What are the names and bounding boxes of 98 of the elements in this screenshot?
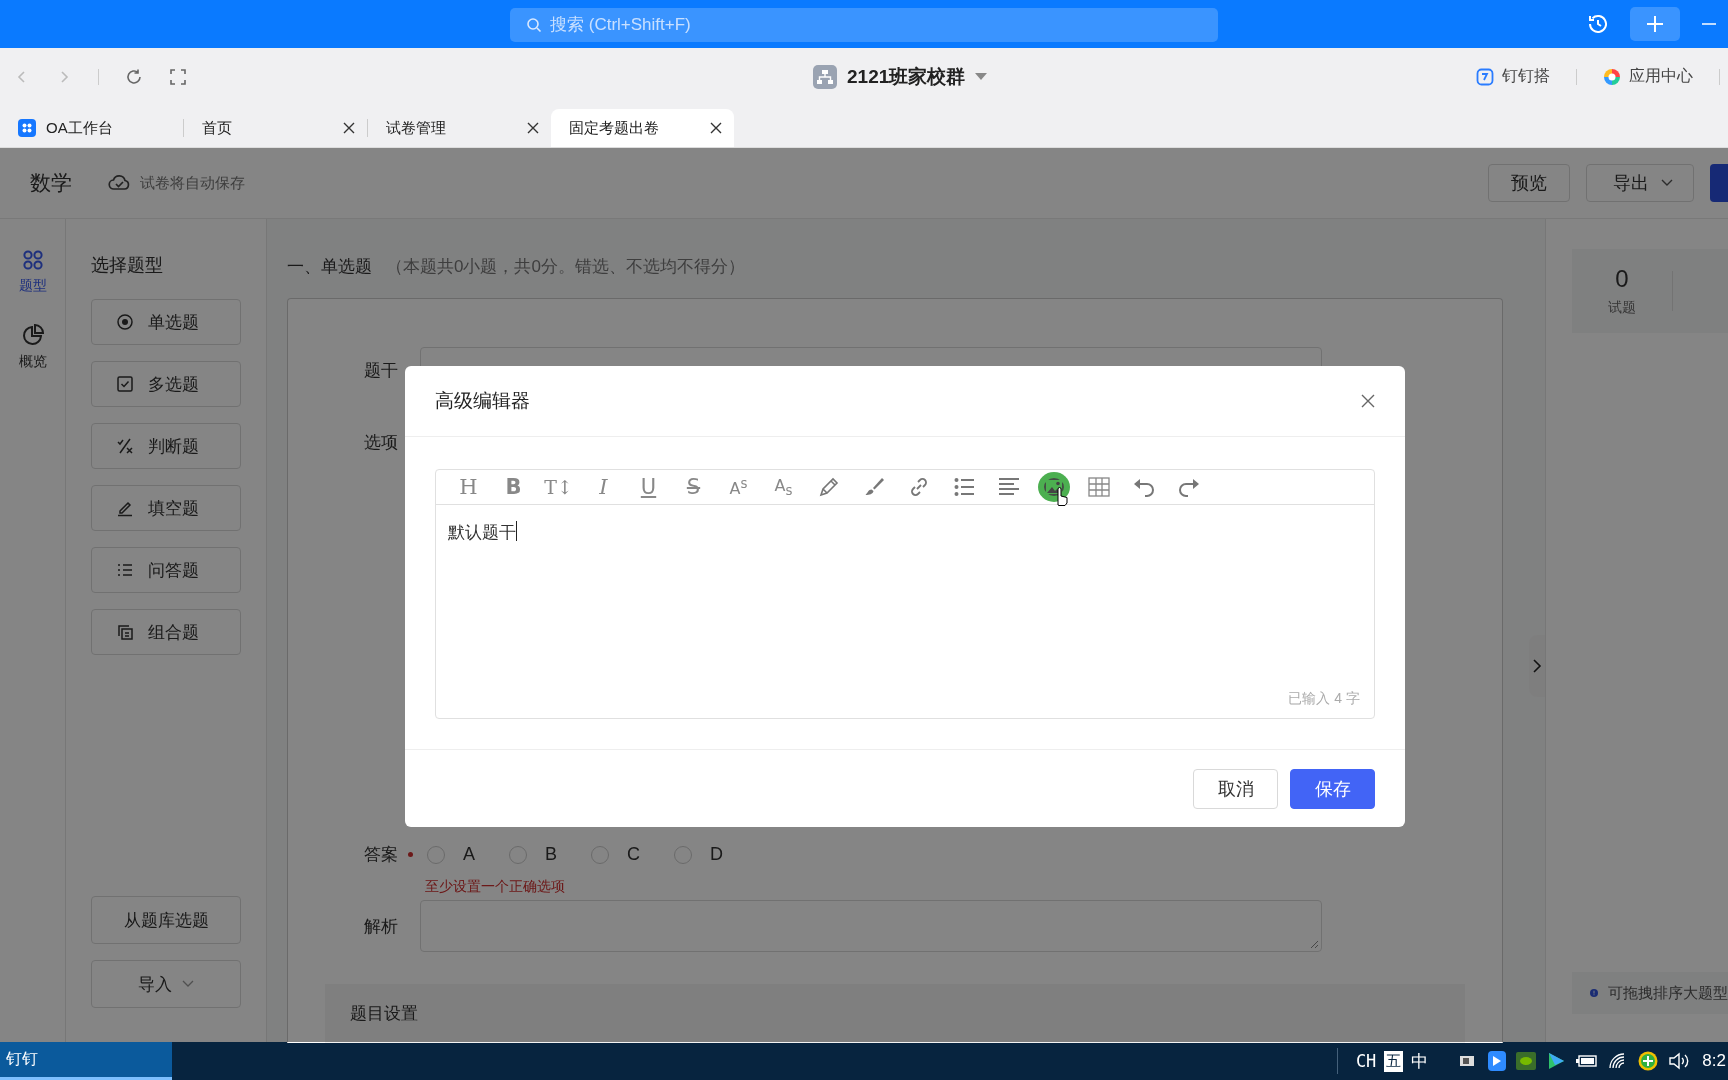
tray-app-icon[interactable] xyxy=(1488,1051,1507,1071)
nav-link[interactable]: 钉钉搭 xyxy=(1502,66,1550,87)
table-icon xyxy=(1087,477,1110,497)
refresh-icon[interactable] xyxy=(125,67,143,86)
autosave-note: 试卷将自动保存 xyxy=(140,173,245,193)
battery-icon[interactable] xyxy=(1576,1054,1599,1068)
plus-circle-icon[interactable] xyxy=(1638,1051,1659,1071)
close-icon[interactable] xyxy=(1361,394,1375,408)
tab[interactable]: 试卷管理 xyxy=(368,109,551,147)
preview-button[interactable]: 预览 xyxy=(1488,164,1570,202)
pen-icon xyxy=(817,476,840,498)
align-left-icon xyxy=(997,476,1020,498)
import-button[interactable]: 导入 xyxy=(91,960,241,1008)
cloud-icon xyxy=(108,173,130,193)
plus-icon xyxy=(1645,14,1665,34)
option-label: A xyxy=(463,844,475,865)
editor-text: 默认题干 xyxy=(448,522,516,544)
option-label: D xyxy=(710,844,724,865)
save-button[interactable]: 保存 xyxy=(1290,768,1375,809)
taskbar-app[interactable]: 钉钉 xyxy=(0,1042,172,1080)
settings-title: 题目设置 xyxy=(350,1004,418,1023)
undo-icon xyxy=(1132,477,1155,497)
question-type-button[interactable]: 单选题 xyxy=(91,299,241,345)
close-icon[interactable] xyxy=(343,122,355,134)
field-label: 选项 xyxy=(364,432,399,454)
dialog-title: 高级编辑器 xyxy=(435,389,530,413)
copy-icon xyxy=(116,623,134,641)
clock: 8:2 xyxy=(1702,1051,1726,1071)
tab[interactable]: OA工作台 xyxy=(0,109,183,147)
section-note: （本题共0小题，共0分。错选、不选均不得分） xyxy=(386,256,745,278)
add-button[interactable] xyxy=(1630,7,1680,41)
field-label: 题干 xyxy=(364,359,399,382)
stat-value: 0 xyxy=(1615,265,1629,293)
toolbar-button[interactable]: H xyxy=(446,471,491,503)
toolbar-button[interactable]: S xyxy=(671,471,716,503)
close-icon[interactable] xyxy=(527,122,539,134)
search-field[interactable]: 搜索 (Ctrl+Shift+F) xyxy=(510,8,1218,42)
caret-icon[interactable] xyxy=(975,72,988,81)
field-label: 答案 xyxy=(364,844,399,866)
org-chart-icon xyxy=(813,64,837,89)
pie-chart-icon xyxy=(20,323,45,347)
question-type-button[interactable]: 组合题 xyxy=(91,609,241,655)
checkbox-icon xyxy=(116,375,134,393)
analysis-field[interactable] xyxy=(420,900,1322,952)
close-icon[interactable] xyxy=(710,122,722,134)
question-type-button[interactable]: 问答题 xyxy=(91,547,241,593)
app-center-icon xyxy=(1603,67,1621,86)
input-method-indicator[interactable]: 中 xyxy=(1411,1049,1429,1073)
toolbar-button[interactable]: U xyxy=(626,471,671,503)
grid-icon xyxy=(21,249,44,271)
toolbar-button[interactable]: A$^{s}$ xyxy=(716,471,761,503)
input-method-indicator[interactable]: CH xyxy=(1355,1051,1377,1071)
fullscreen-icon[interactable] xyxy=(169,67,187,86)
pencil-icon xyxy=(116,499,134,517)
field-label: 解析 xyxy=(364,915,399,938)
character-counter: 已输入 4 字 xyxy=(1288,690,1361,708)
rich-text-editor[interactable]: H B T↕ I U S A$^{s}$ A$_{s}$ 默认题干 已输入 4 字 xyxy=(435,469,1375,719)
question-type-button[interactable]: 多选题 xyxy=(91,361,241,407)
lines-icon xyxy=(116,561,134,579)
question-type-button[interactable]: 填空题 xyxy=(91,485,241,531)
rail-item[interactable]: 题型 xyxy=(18,249,47,295)
app-logo-icon xyxy=(1476,67,1494,86)
toolbar-button[interactable]: T↕ xyxy=(536,471,581,503)
resize-handle-icon[interactable] xyxy=(1309,939,1319,949)
export-button[interactable]: 导出 xyxy=(1586,164,1694,202)
input-method-indicator[interactable]: 五 xyxy=(1384,1050,1404,1072)
subject-title: 数学 xyxy=(30,170,72,196)
tab[interactable]: 首页 xyxy=(184,109,367,147)
check-cross-icon xyxy=(116,437,134,455)
toolbar-button[interactable]: B xyxy=(491,471,536,503)
tab[interactable]: 固定考题出卷 xyxy=(551,109,734,147)
bullet-list-icon xyxy=(952,476,975,498)
option-label: C xyxy=(627,844,641,865)
info-icon xyxy=(1590,986,1598,1000)
question-bank-button[interactable]: 从题库选题 xyxy=(91,896,241,944)
nav-link[interactable]: 应用中心 xyxy=(1629,66,1693,87)
history-icon[interactable] xyxy=(1586,12,1610,36)
toolbar-button[interactable]: I xyxy=(581,471,626,503)
group-title[interactable]: 2121班家校群 xyxy=(847,63,966,90)
stat-label: 试题 xyxy=(1608,299,1636,317)
error-message: 至少设置一个正确选项 xyxy=(425,878,566,896)
chevron-right-icon xyxy=(1532,658,1542,674)
toolbar-button[interactable]: A$_{s}$ xyxy=(761,471,806,503)
radio-icon xyxy=(116,313,134,331)
app-grid-icon xyxy=(18,119,36,137)
chevron-down-icon xyxy=(182,980,194,988)
question-type-button[interactable]: 判断题 xyxy=(91,423,241,469)
rail-item[interactable]: 概览 xyxy=(18,323,47,371)
hint-bar: 可拖拽排序大题型 xyxy=(1572,972,1728,1014)
redo-icon xyxy=(1177,477,1200,497)
chevron-down-icon xyxy=(1661,179,1673,187)
panel-title: 选择题型 xyxy=(91,254,164,277)
search-icon xyxy=(526,17,542,33)
cancel-button[interactable]: 取消 xyxy=(1193,768,1278,809)
section-title: 一、单选题 xyxy=(287,256,372,278)
tray-app-icon[interactable] xyxy=(1516,1052,1537,1070)
option-label: B xyxy=(545,844,558,865)
speaker-icon[interactable] xyxy=(1668,1052,1691,1070)
